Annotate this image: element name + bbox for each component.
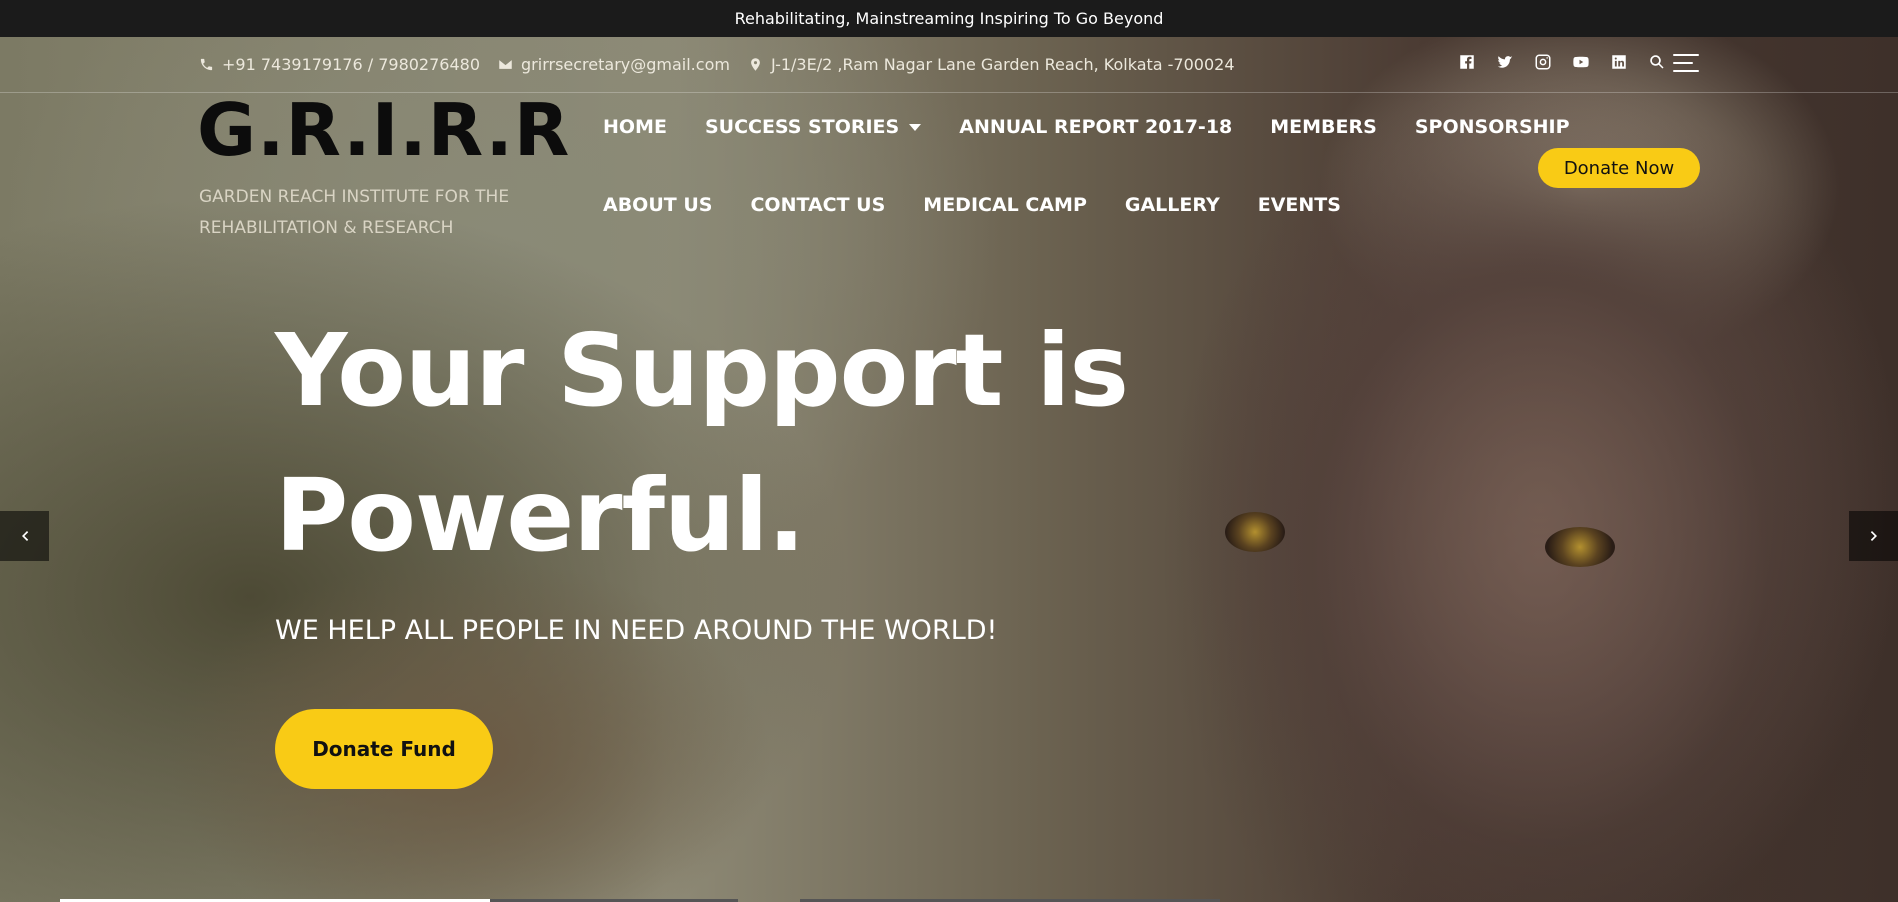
- donate-fund-button[interactable]: Donate Fund: [275, 709, 493, 789]
- announcement-text: Rehabilitating, Mainstreaming Inspiring …: [734, 9, 1164, 28]
- nav-label: MEDICAL CAMP: [923, 194, 1087, 216]
- nav-item-medical-camp[interactable]: MEDICAL CAMP: [923, 194, 1087, 216]
- twitter-icon[interactable]: [1495, 52, 1515, 72]
- instagram-icon[interactable]: [1533, 52, 1553, 72]
- nav-item-sponsorship[interactable]: SPONSORSHIP: [1415, 116, 1570, 138]
- site-tagline: GARDEN REACH INSTITUTE FOR THE REHABILIT…: [199, 187, 510, 238]
- nav-item-gallery[interactable]: GALLERY: [1125, 194, 1220, 216]
- nav-item-members[interactable]: MEMBERS: [1270, 116, 1377, 138]
- nav-item-home[interactable]: HOME: [603, 116, 667, 138]
- main-nav-row-1: HOME SUCCESS STORIES ANNUAL REPORT 2017-…: [603, 116, 1570, 138]
- nav-label: EVENTS: [1257, 194, 1341, 216]
- hero-image-eye-right: [1545, 527, 1615, 567]
- phone-text: +91 7439179176 / 7980276480: [222, 54, 481, 74]
- main-nav-row-2: ABOUT US CONTACT US MEDICAL CAMP GALLERY…: [603, 194, 1341, 216]
- slider-next-button[interactable]: [1849, 511, 1898, 561]
- contact-info-bar: +91 7439179176 / 7980276480 grirrsecreta…: [199, 52, 1235, 76]
- nav-label: ABOUT US: [603, 194, 713, 216]
- youtube-icon[interactable]: [1571, 52, 1591, 72]
- slider-prev-button[interactable]: [0, 511, 49, 561]
- nav-label: SUCCESS STORIES: [704, 116, 900, 138]
- map-marker-icon: [751, 57, 760, 71]
- search-icon[interactable]: [1647, 52, 1667, 72]
- hero-headline: Your Support is Powerful.: [275, 298, 1175, 588]
- hero-headline-line-1: Your Support is: [275, 312, 1129, 429]
- linkedin-icon[interactable]: [1609, 52, 1629, 72]
- site-logo[interactable]: G.R.I.R.R: [197, 88, 570, 172]
- nav-label: MEMBERS: [1270, 116, 1377, 138]
- facebook-icon[interactable]: [1457, 52, 1477, 72]
- nav-item-success-stories[interactable]: SUCCESS STORIES: [704, 116, 922, 138]
- nav-label: SPONSORSHIP: [1414, 116, 1570, 138]
- social-links: [1457, 52, 1667, 72]
- nav-label: ANNUAL REPORT 2017-18: [959, 116, 1233, 138]
- nav-item-events[interactable]: EVENTS: [1258, 194, 1341, 216]
- phone-icon: [200, 58, 213, 70]
- caret-down-icon: [909, 123, 922, 131]
- nav-item-contact-us[interactable]: CONTACT US: [750, 194, 885, 216]
- nav-label: CONTACT US: [750, 194, 886, 216]
- hero-image-eye-left: [1225, 512, 1285, 552]
- contact-email[interactable]: grirrsecretary@gmail.com: [498, 55, 730, 74]
- envelope-icon: [499, 59, 512, 69]
- nav-item-about-us[interactable]: ABOUT US: [603, 194, 712, 216]
- contact-address: J-1/3E/2 ,Ram Nagar Lane Garden Reach, K…: [748, 55, 1235, 74]
- nav-label: HOME: [603, 116, 667, 138]
- nav-label: GALLERY: [1124, 194, 1220, 216]
- top-announcement-bar: Rehabilitating, Mainstreaming Inspiring …: [0, 0, 1898, 37]
- chevron-right-icon: [1870, 531, 1877, 541]
- hero-subheading: WE HELP ALL PEOPLE IN NEED AROUND THE WO…: [275, 615, 998, 646]
- chevron-left-icon: [21, 531, 28, 541]
- menu-icon[interactable]: [1673, 54, 1699, 72]
- hero-headline-line-2: Powerful.: [275, 457, 805, 574]
- donate-now-button[interactable]: Donate Now: [1538, 148, 1700, 188]
- address-text: J-1/3E/2 ,Ram Nagar Lane Garden Reach, K…: [770, 54, 1235, 74]
- email-text: grirrsecretary@gmail.com: [521, 54, 730, 74]
- nav-item-annual-report[interactable]: ANNUAL REPORT 2017-18: [959, 116, 1232, 138]
- contact-phone[interactable]: +91 7439179176 / 7980276480: [199, 55, 480, 74]
